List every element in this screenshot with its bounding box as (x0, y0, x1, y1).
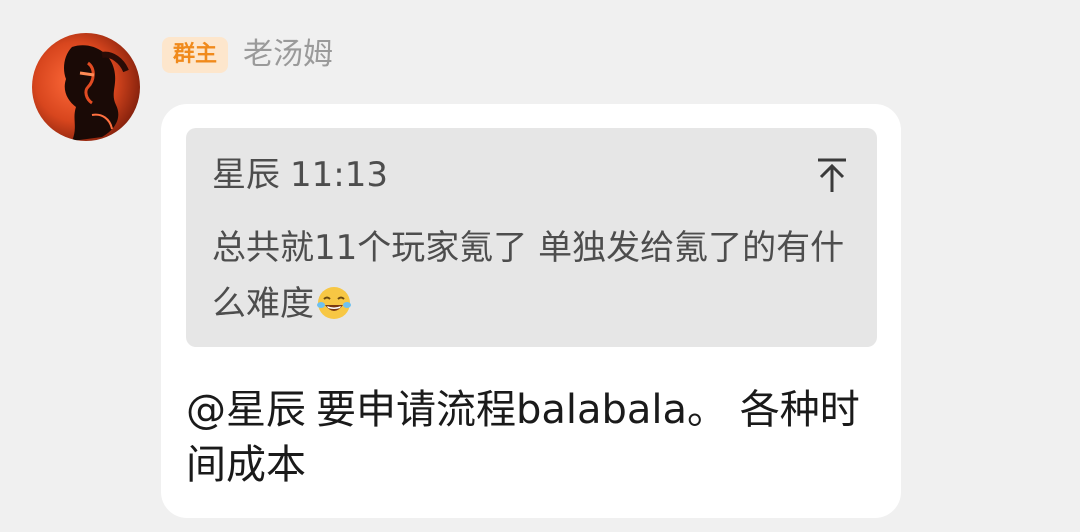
message-bubble[interactable]: 星辰 11:13 总共就11个玩家氪了 单独发给氪了的有什么难度 @星辰 要申请流程… (161, 104, 901, 518)
group-owner-badge: 群主 (162, 37, 229, 73)
quote-text-content: 总共就11个玩家氪了 单独发给氪了的有什么难度 (212, 228, 845, 324)
sender-name[interactable]: 老汤姆 (243, 35, 333, 75)
quote-author: 星辰 (212, 155, 280, 195)
laughing-with-tears-emoji-icon (317, 287, 351, 319)
avatar-portrait-icon (64, 45, 129, 141)
avatar[interactable] (32, 33, 140, 141)
quote-text: 总共就11个玩家氪了 单独发给氪了的有什么难度 (212, 220, 862, 332)
quote-time: 11:13 (290, 155, 388, 195)
jump-to-top-arrow-icon[interactable] (814, 156, 850, 196)
mention-link[interactable]: @星辰 (186, 387, 306, 433)
quote-header: 星辰 11:13 (212, 153, 388, 197)
quoted-message[interactable]: 星辰 11:13 总共就11个玩家氪了 单独发给氪了的有什么难度 (186, 128, 877, 347)
message-text: @星辰 要申请流程balabala。 各种时间成本 (186, 383, 876, 493)
